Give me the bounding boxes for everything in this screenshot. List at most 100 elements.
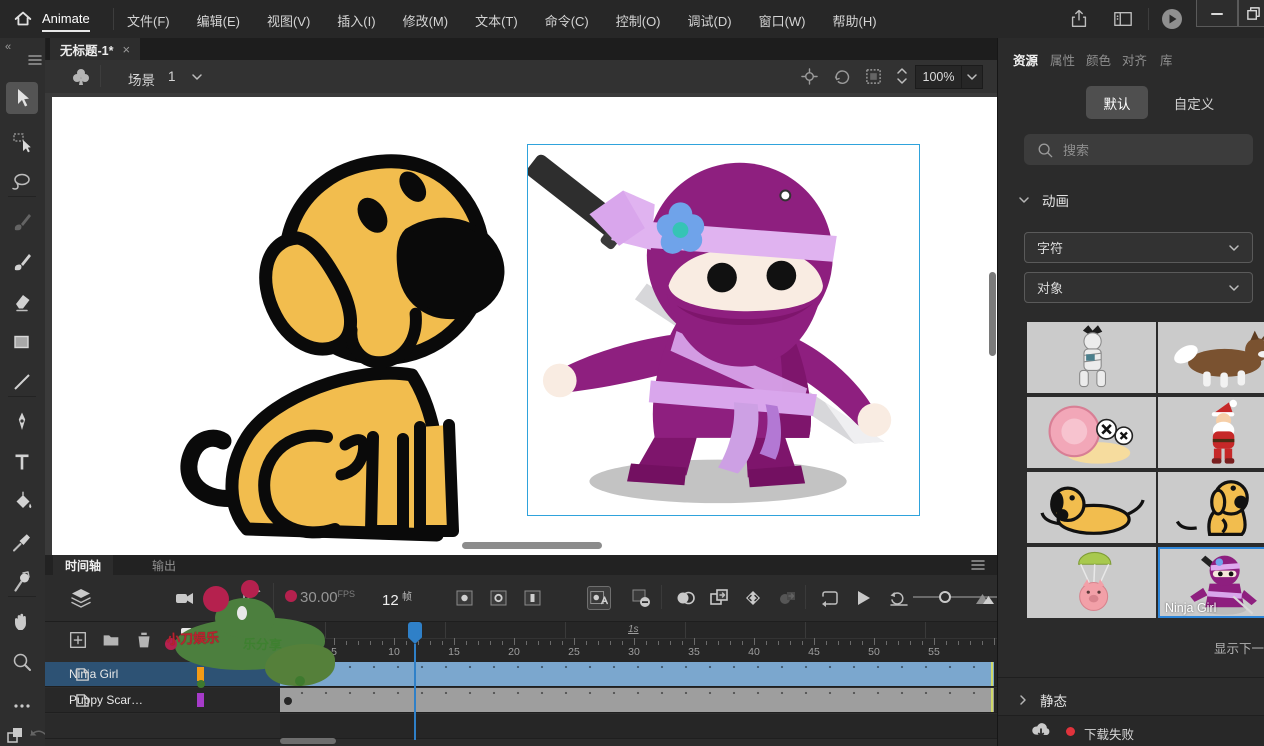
section-static[interactable]: 静态	[1018, 690, 1067, 710]
menu-item-1[interactable]: 编辑(E)	[197, 11, 240, 30]
clip-content-icon[interactable]	[865, 68, 882, 85]
share-icon[interactable]	[1068, 8, 1090, 30]
puppy-artwork[interactable]	[177, 107, 522, 552]
paint-bucket-tool-icon[interactable]	[10, 490, 34, 514]
rectangle-tool-icon[interactable]	[10, 330, 34, 354]
character-dropdown[interactable]: 字符	[1024, 232, 1253, 263]
hand-tool-icon[interactable]	[10, 610, 34, 634]
collapse-tools-icon[interactable]: «	[5, 41, 11, 53]
tab-output[interactable]: 输出	[140, 555, 188, 575]
mode-custom-button[interactable]: 自定义	[1166, 86, 1222, 119]
edit-multiple-frames-icon[interactable]	[707, 586, 731, 610]
menu-item-0[interactable]: 文件(F)	[127, 11, 170, 30]
asset-thumbnail-puppy-lying[interactable]	[1027, 472, 1156, 543]
asset-thumbnail-wolf[interactable]	[1158, 322, 1264, 393]
workspace-icon[interactable]	[1112, 9, 1134, 29]
subselection-tool-icon[interactable]	[10, 130, 34, 154]
menu-item-4[interactable]: 修改(M)	[403, 11, 449, 30]
menu-item-7[interactable]: 控制(O)	[616, 11, 661, 30]
mode-default-button[interactable]: 默认	[1086, 86, 1148, 119]
menu-item-10[interactable]: 帮助(H)	[833, 11, 877, 30]
center-stage-icon[interactable]	[801, 68, 818, 85]
loop-icon[interactable]	[817, 586, 841, 610]
zoom-level-select[interactable]: 100%	[915, 65, 983, 89]
frame-rate[interactable]: 30.00FPS	[300, 589, 355, 606]
selection-tool-icon[interactable]	[6, 82, 38, 114]
layer-row-1[interactable]: Puppy Scar…	[45, 688, 280, 713]
create-tween-icon[interactable]	[741, 586, 765, 610]
stage-vertical-scrollbar[interactable]	[989, 272, 996, 356]
camera-icon[interactable]	[173, 586, 197, 610]
rotate-view-icon[interactable]	[833, 68, 851, 85]
panel-tab-4[interactable]: 库	[1160, 50, 1173, 69]
onion-skin-icon[interactable]	[673, 586, 697, 610]
panel-tab-1[interactable]: 属性	[1050, 50, 1075, 69]
asset-thumbnail-puppy-sitting[interactable]	[1158, 472, 1264, 543]
timeline-zoom-knob[interactable]	[939, 591, 951, 603]
asset-warp-tool-icon[interactable]	[10, 570, 34, 594]
restore-button[interactable]	[1238, 0, 1264, 27]
panel-tab-0[interactable]: 资源	[1013, 50, 1038, 69]
delete-layer-icon[interactable]	[133, 629, 157, 653]
play-icon[interactable]	[851, 586, 875, 610]
menu-item-8[interactable]: 调试(D)	[688, 11, 732, 30]
pen-tool-icon[interactable]	[10, 410, 34, 434]
timeline-ruler[interactable]: 1s 510152025303540455055	[280, 622, 997, 662]
show-hide-all-icon[interactable]	[215, 629, 239, 653]
lasso-tool-icon[interactable]	[10, 170, 34, 194]
ninja-selection-box[interactable]	[527, 144, 920, 516]
more-tools-icon[interactable]	[10, 694, 34, 718]
layers-view-icon[interactable]	[69, 586, 93, 610]
remove-frame-icon[interactable]	[629, 586, 653, 610]
empty-layer-row[interactable]	[45, 714, 280, 739]
layer-row-0[interactable]: Ninja Girl	[45, 662, 280, 687]
asset-thumbnail-snail[interactable]	[1027, 397, 1156, 468]
panel-tab-3[interactable]: 对齐	[1122, 50, 1147, 69]
tools-menu-icon[interactable]	[28, 54, 42, 66]
line-tool-icon[interactable]	[10, 370, 34, 394]
panel-tab-2[interactable]: 颜色	[1086, 50, 1111, 69]
asset-thumbnail-ninja-girl[interactable]: Ninja Girl	[1158, 547, 1264, 618]
asset-thumbnail-pig-parachute[interactable]	[1027, 547, 1156, 618]
eraser-tool-icon[interactable]	[10, 290, 34, 314]
timeline-horizontal-scrollbar[interactable]	[280, 738, 336, 744]
empty-track-row[interactable]	[280, 714, 997, 739]
insert-keyframe-icon[interactable]	[453, 586, 477, 610]
insert-blank-keyframe-icon[interactable]	[487, 586, 511, 610]
zoom-stepper[interactable]	[895, 65, 909, 87]
edit-symbols-icon[interactable]	[69, 65, 93, 89]
scene-dropdown-icon[interactable]	[190, 71, 204, 83]
auto-keyframe-icon[interactable]	[587, 586, 611, 610]
new-layer-icon[interactable]	[67, 629, 91, 653]
timeline-menu-icon[interactable]	[971, 559, 985, 571]
asset-thumbnail-santa[interactable]	[1158, 397, 1264, 468]
menu-item-3[interactable]: 插入(I)	[337, 11, 375, 30]
new-folder-icon[interactable]	[100, 629, 124, 653]
layer-color-swatch[interactable]	[197, 667, 204, 681]
stage[interactable]	[52, 97, 997, 555]
zoom-tool-icon[interactable]	[10, 650, 34, 674]
classic-brush-tool-icon[interactable]	[10, 250, 34, 274]
rewind-icon[interactable]	[887, 586, 911, 610]
menu-item-2[interactable]: 视图(V)	[267, 11, 310, 30]
layer-track-1[interactable]	[280, 688, 997, 713]
cloud-download-icon[interactable]	[1030, 721, 1052, 741]
app-title[interactable]: Animate	[42, 11, 90, 26]
stage-horizontal-scrollbar[interactable]	[462, 542, 602, 549]
graph-editor-icon[interactable]	[239, 586, 263, 610]
asset-thumbnail-mummy[interactable]	[1027, 322, 1156, 393]
insert-frame-icon[interactable]	[521, 586, 545, 610]
home-icon[interactable]	[12, 8, 34, 30]
object-drawing-icon[interactable]	[4, 724, 28, 746]
layer-color-swatch[interactable]	[197, 693, 204, 707]
menu-item-5[interactable]: 文本(T)	[475, 11, 518, 30]
ninja-artwork[interactable]	[528, 145, 918, 514]
text-tool-icon[interactable]	[10, 450, 34, 474]
camera-toggle[interactable]	[181, 628, 192, 654]
show-next-link[interactable]: 显示下一个	[1214, 638, 1264, 657]
menu-item-6[interactable]: 命令(C)	[545, 11, 589, 30]
layer-track-0[interactable]	[280, 662, 997, 687]
keyframe-dot[interactable]	[284, 697, 292, 705]
eyedropper-tool-icon[interactable]	[10, 530, 34, 554]
minimize-button[interactable]	[1196, 0, 1238, 27]
